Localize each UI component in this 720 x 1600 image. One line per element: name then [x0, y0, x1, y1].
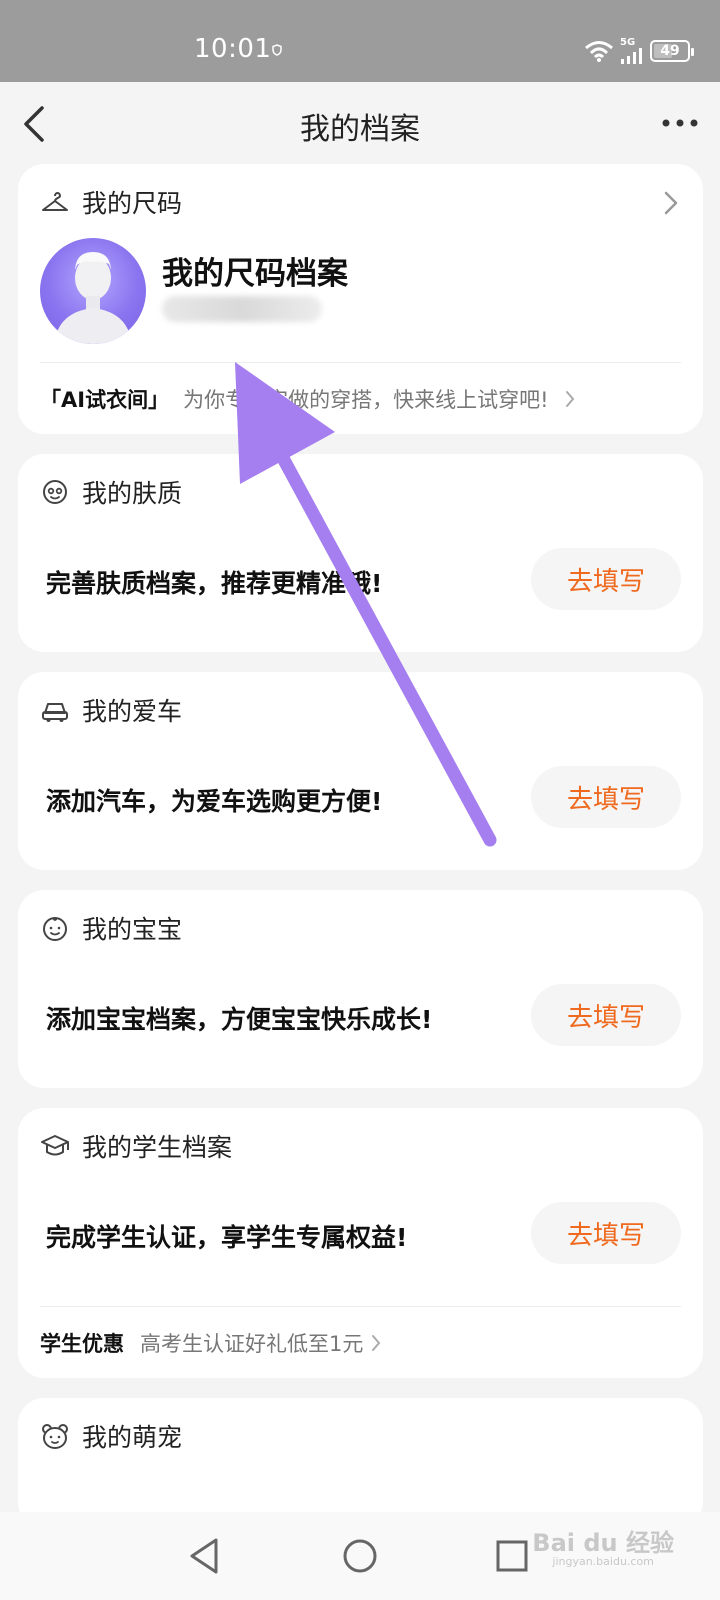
car-card-message: 添加汽车，为爱车选购更方便!: [46, 787, 383, 816]
student-card-message: 完成学生认证，享学生专属权益!: [46, 1223, 408, 1252]
ai-text: 为你专属定做的穿搭，快来线上试穿吧!: [183, 388, 549, 412]
back-triangle-icon[interactable]: [186, 1536, 222, 1576]
pet-card-header: 我的萌宠: [40, 1418, 182, 1454]
chevron-right-icon: [565, 391, 574, 407]
face-icon: [43, 480, 67, 504]
baby-card: 我的宝宝 添加宝宝档案，方便宝宝快乐成长! 去填写: [18, 890, 703, 1088]
page-title: 我的档案: [300, 112, 420, 147]
battery-indicator: 49: [650, 40, 694, 62]
battery-level: 49: [660, 43, 680, 59]
pet-card: 我的萌宠: [18, 1398, 703, 1528]
graduation-cap-icon: [41, 1135, 69, 1156]
car-fill-button[interactable]: 去填写: [531, 766, 681, 828]
car-card-title: 我的爱车: [82, 697, 183, 726]
hanger-icon: [42, 192, 68, 211]
skin-card-title: 我的肤质: [82, 479, 183, 508]
signal-icon: [621, 48, 642, 64]
baby-card-message: 添加宝宝档案，方便宝宝快乐成长!: [46, 1005, 433, 1034]
mannequin-icon: [54, 252, 132, 344]
nav-bar: 我的档案: [0, 82, 720, 168]
recents-square-icon[interactable]: [494, 1536, 530, 1576]
skin-card-message: 完善肤质档案，推荐更精准哦!: [46, 569, 383, 598]
pet-card-title: 我的萌宠: [82, 1423, 183, 1452]
chevron-right-icon: [372, 1335, 381, 1351]
car-icon: [42, 703, 68, 722]
skin-card-header: 我的肤质: [40, 474, 182, 510]
system-nav-bar: Bai du 经验 jingyan.baidu.com: [0, 1512, 720, 1600]
skin-card: 我的肤质 完善肤质档案，推荐更精准哦! 去填写: [18, 454, 703, 652]
blurred-size-info: [162, 296, 322, 322]
home-circle-icon[interactable]: [340, 1536, 380, 1576]
car-card: 我的爱车 添加汽车，为爱车选购更方便! 去填写: [18, 672, 703, 870]
baby-card-header: 我的宝宝: [40, 910, 182, 946]
status-indicators: 5G 49: [584, 37, 694, 64]
divider: [40, 362, 681, 363]
baby-fill-button[interactable]: 去填写: [531, 984, 681, 1046]
car-card-header: 我的爱车: [40, 692, 182, 728]
size-card-header: 我的尺码: [40, 184, 182, 220]
student-promo-text: 高考生认证好礼低至1元: [140, 1332, 364, 1356]
student-promo-tag: 学生优惠: [40, 1332, 124, 1356]
baby-card-title: 我的宝宝: [82, 915, 183, 944]
ai-tag: 「AI试衣间」: [40, 388, 170, 412]
student-card-header: 我的学生档案: [40, 1128, 232, 1164]
wifi-icon: [585, 41, 613, 62]
size-card-title: 我的尺码: [82, 189, 183, 218]
watermark-brand: Bai du 经验: [532, 1529, 674, 1557]
network-type: 5G: [620, 37, 636, 48]
size-heading: 我的尺码档案: [162, 256, 348, 292]
student-fill-button[interactable]: 去填写: [531, 1202, 681, 1264]
ai-fitting-room-link[interactable]: 「AI试衣间」 为你专属定做的穿搭，快来线上试穿吧!: [40, 384, 577, 414]
bear-icon: [42, 1424, 68, 1449]
status-bar: 10:01 5G 49: [0, 0, 720, 82]
student-card-title: 我的学生档案: [82, 1133, 233, 1162]
skin-fill-button[interactable]: 去填写: [531, 548, 681, 610]
size-card[interactable]: 我的尺码 我的尺码档案 「AI试衣间」 为你专属定做的穿搭，快来线上试穿吧!: [18, 164, 703, 434]
status-time: 10:01: [194, 34, 272, 64]
baby-icon: [43, 917, 67, 941]
avatar[interactable]: [40, 238, 146, 344]
watermark-logo: Bai du 经验 jingyan.baidu.com: [532, 1530, 674, 1568]
student-card: 我的学生档案 完成学生认证，享学生专属权益! 去填写 学生优惠 高考生认证好礼低…: [18, 1108, 703, 1378]
student-promo-link[interactable]: 学生优惠 高考生认证好礼低至1元: [40, 1328, 383, 1358]
shield-icon: [272, 44, 282, 56]
more-icon[interactable]: [660, 108, 700, 138]
chevron-right-icon[interactable]: [659, 188, 683, 218]
watermark-site: jingyan.baidu.com: [552, 1555, 654, 1569]
divider: [40, 1306, 681, 1307]
